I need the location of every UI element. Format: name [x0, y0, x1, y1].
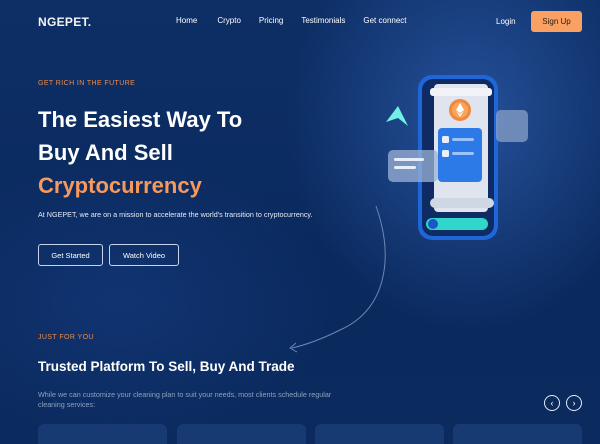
chevron-left-icon: ‹: [550, 398, 554, 408]
hero-title-line-1: The Easiest Way To: [38, 107, 243, 132]
top-navbar: NGEPET. Home Crypto Pricing Testimonials…: [0, 0, 600, 44]
feature-card[interactable]: [38, 424, 167, 444]
nav-link-crypto[interactable]: Crypto: [217, 16, 241, 25]
section-title: Trusted Platform To Sell, Buy And Trade: [38, 359, 295, 374]
chevron-right-icon: ›: [572, 398, 576, 408]
hero-title-line-2: Buy And Sell: [38, 140, 173, 165]
hero-title-accent: Cryptocurrency: [38, 173, 202, 198]
signup-button[interactable]: Sign Up: [531, 11, 582, 32]
watch-video-button[interactable]: Watch Video: [109, 244, 179, 266]
nav-link-testimonials[interactable]: Testimonials: [301, 16, 345, 25]
section-description: While we can customize your cleaning pla…: [38, 390, 332, 409]
brand-logo[interactable]: NGEPET.: [38, 15, 91, 29]
section-eyebrow: JUST FOR YOU: [38, 334, 94, 341]
login-link[interactable]: Login: [496, 17, 516, 26]
hero-eyebrow: GET RICH IN THE FUTURE: [38, 80, 136, 87]
crypto-phone-illustration: [386, 75, 528, 240]
feature-card[interactable]: [177, 424, 306, 444]
nav-link-pricing[interactable]: Pricing: [259, 16, 283, 25]
feature-card[interactable]: [315, 424, 444, 444]
nav-links: Home Crypto Pricing Testimonials Get con…: [176, 16, 425, 25]
nav-link-home[interactable]: Home: [176, 16, 197, 25]
carousel-prev-button[interactable]: ‹: [544, 395, 560, 411]
nav-link-get-connect[interactable]: Get connect: [363, 16, 406, 25]
get-started-button[interactable]: Get Started: [38, 244, 103, 266]
carousel-next-button[interactable]: ›: [566, 395, 582, 411]
feature-card[interactable]: [453, 424, 582, 444]
hero-title: The Easiest Way To Buy And Sell Cryptocu…: [38, 103, 242, 202]
